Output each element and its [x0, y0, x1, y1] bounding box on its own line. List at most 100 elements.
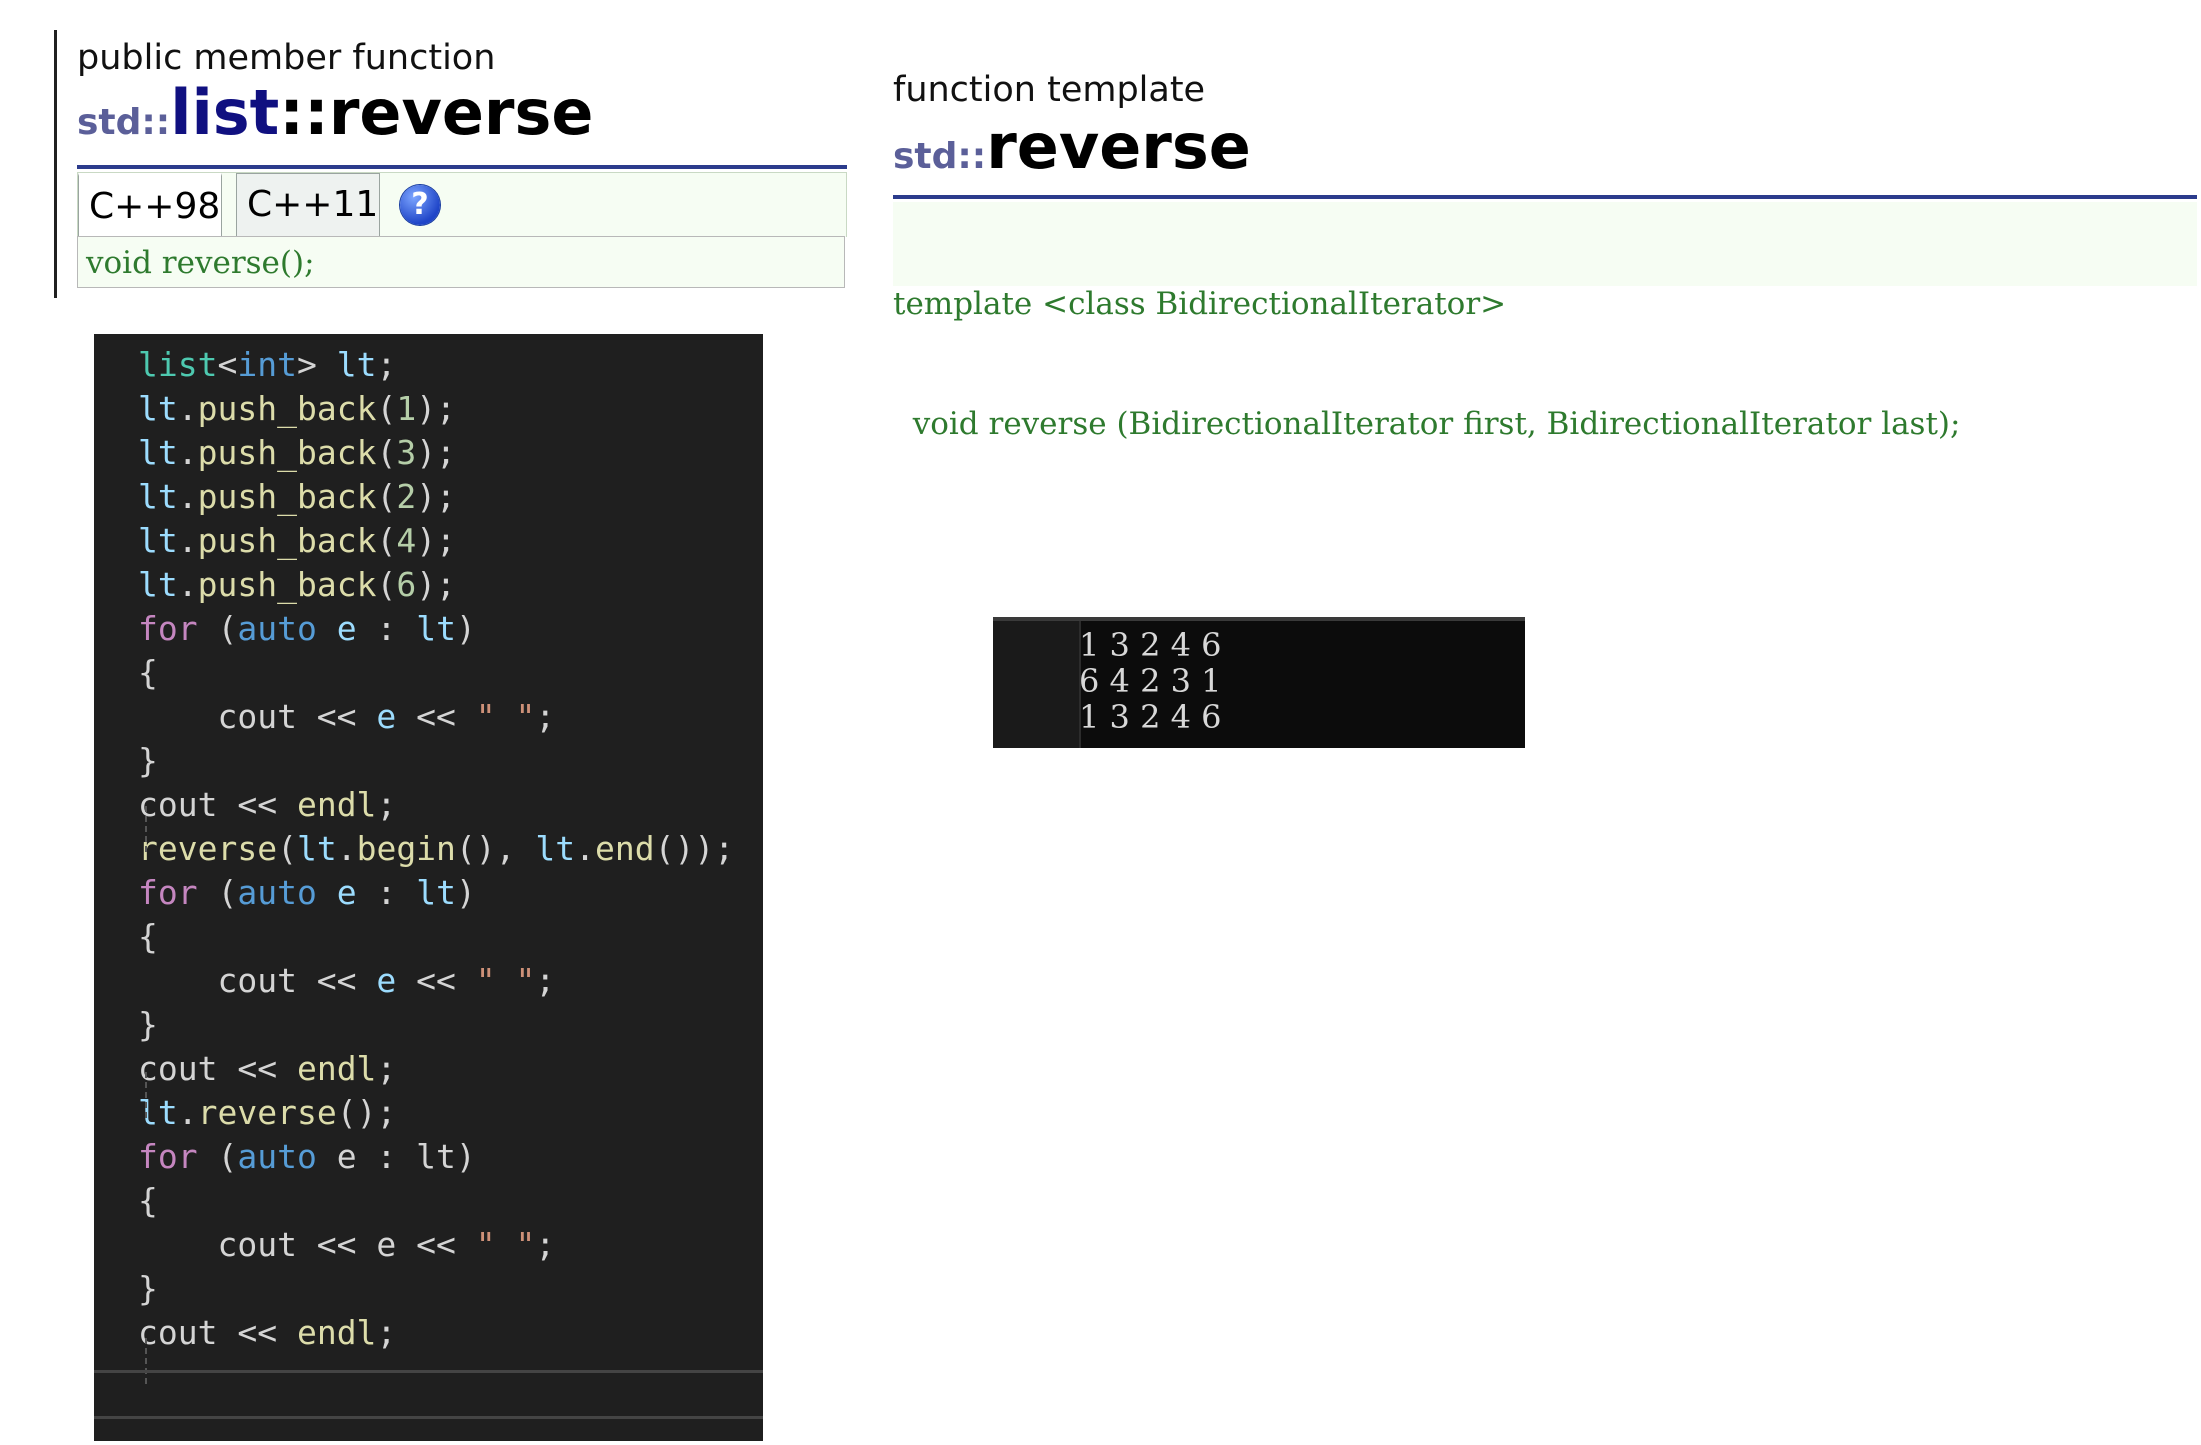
function-name: reverse	[328, 76, 594, 149]
code-line: lt.push_back(4);	[138, 518, 456, 564]
declaration-text: template <class BidirectionalIterator> v…	[893, 204, 1960, 524]
code-line: lt.push_back(6);	[138, 562, 456, 608]
help-icon[interactable]: ?	[400, 185, 440, 225]
code-token: endl	[296, 1313, 377, 1352]
code-line: lt.push_back(2);	[138, 474, 456, 520]
code-token: (	[376, 521, 397, 560]
code-token: {	[138, 1181, 158, 1220]
code-token: .	[575, 829, 596, 868]
code-token: }	[138, 1005, 158, 1044]
title-divider	[893, 195, 2197, 199]
code-token: (	[277, 829, 297, 868]
code-token: e : lt	[316, 1137, 456, 1176]
code-token: reverse	[138, 829, 278, 868]
code-token: }	[138, 1269, 158, 1308]
code-token: .	[177, 1093, 198, 1132]
namespace-label: std::	[893, 136, 987, 177]
code-line: for (auto e : lt)	[138, 1134, 476, 1180]
member-kind-label: public member function	[77, 38, 496, 78]
code-token: for	[138, 873, 198, 912]
code-token: <	[217, 345, 238, 384]
code-token: for	[138, 1137, 198, 1176]
code-token: ;	[376, 1313, 397, 1352]
code-line: }	[138, 1002, 158, 1048]
code-token: auto	[237, 873, 317, 912]
code-token: )	[455, 609, 476, 648]
code-token: ;	[535, 961, 556, 1000]
output-line: 1 3 2 4 6	[1079, 626, 1222, 664]
code-line: reverse(lt.begin(), lt.end());	[138, 826, 734, 872]
code-token: cout <<	[138, 785, 297, 824]
code-line: {	[138, 914, 158, 960]
code-token: lt	[138, 521, 178, 560]
code-line: {	[138, 1178, 158, 1224]
code-token: cout <<	[138, 1313, 297, 1352]
code-token: (	[197, 873, 238, 912]
standard-tabs: C++98 C++11 ?	[77, 172, 847, 237]
code-token: }	[138, 741, 158, 780]
code-token: 1	[396, 389, 417, 428]
code-token: .	[177, 433, 198, 472]
code-token: .	[177, 565, 198, 604]
code-line: list<int> lt;	[138, 342, 396, 388]
code-token: (	[376, 433, 397, 472]
code-editor[interactable]: list<int> lt; lt.push_back(1); lt.push_bac…	[94, 334, 763, 1441]
code-token: ;	[376, 345, 397, 384]
code-token: " "	[475, 1225, 536, 1264]
code-token: ;	[535, 697, 556, 736]
code-line: }	[138, 738, 158, 784]
tab-cpp11[interactable]: C++11	[236, 173, 380, 236]
code-token: (),	[455, 829, 536, 868]
code-token: lt	[535, 829, 576, 868]
declaration-box: template <class BidirectionalIterator> v…	[893, 202, 2197, 442]
code-line: lt.push_back(1);	[138, 386, 456, 432]
code-token: for	[138, 609, 198, 648]
template-kind-label: function template	[893, 70, 1206, 110]
output-line: 6 4 2 3 1	[1079, 662, 1222, 700]
code-token: e	[376, 697, 397, 736]
code-token: list	[138, 345, 218, 384]
code-token: push_back	[197, 477, 377, 516]
code-token: 2	[396, 477, 417, 516]
code-token: push_back	[197, 433, 377, 472]
namespace-label: std::	[77, 102, 171, 143]
code-token: 4	[396, 521, 417, 560]
code-token: ();	[336, 1093, 397, 1132]
class-name-link[interactable]: list	[170, 76, 279, 149]
code-token: )	[455, 1137, 476, 1176]
code-line: }	[138, 1266, 158, 1312]
code-line: lt.push_back(3);	[138, 430, 456, 476]
code-token: {	[138, 917, 158, 956]
code-token: (	[197, 609, 238, 648]
title-divider	[77, 165, 847, 169]
code-line: for (auto e : lt)	[138, 870, 476, 916]
code-line: cout << endl;	[138, 1310, 396, 1356]
code-token: ());	[654, 829, 735, 868]
code-token: lt	[138, 1093, 178, 1132]
code-token: lt	[416, 609, 456, 648]
code-token: e	[316, 609, 357, 648]
code-token: ;	[376, 1049, 397, 1088]
tab-cpp98[interactable]: C++98	[78, 173, 222, 236]
code-token: .	[177, 389, 198, 428]
code-token: );	[416, 389, 456, 428]
code-line: cout << endl;	[138, 782, 396, 828]
code-token: .	[177, 521, 198, 560]
console-gutter	[993, 621, 1081, 748]
code-token: reverse	[197, 1093, 337, 1132]
code-token: .	[336, 829, 357, 868]
code-token: 6	[396, 565, 417, 604]
function-name: reverse	[986, 110, 1251, 183]
console-output: 1 3 2 4 6 6 4 2 3 1 1 3 2 4 6	[993, 617, 1525, 748]
code-token: lt	[138, 477, 178, 516]
code-token: );	[416, 565, 456, 604]
code-token: e	[376, 961, 397, 1000]
code-token: .	[177, 477, 198, 516]
code-token: :	[356, 873, 417, 912]
code-token: endl	[296, 1049, 377, 1088]
code-line: cout << e << " ";	[138, 694, 555, 740]
code-token: )	[455, 873, 476, 912]
code-token: endl	[296, 785, 377, 824]
code-token: :	[356, 609, 417, 648]
code-line: cout << e << " ";	[138, 1222, 555, 1268]
